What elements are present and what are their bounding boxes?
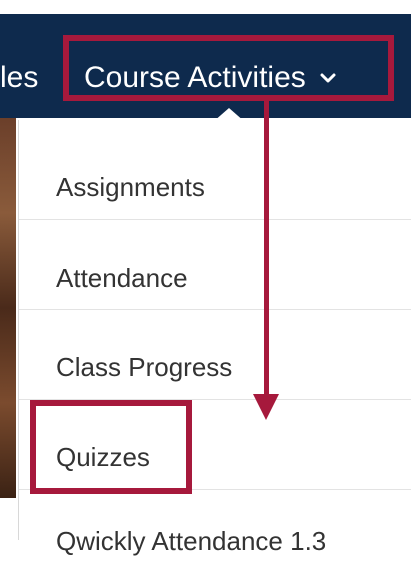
menu-item-qwickly-attendance[interactable]: Qwickly Attendance 1.3 <box>19 490 411 580</box>
quizzes-highlight-box <box>30 400 192 494</box>
annotation-arrow-line <box>264 100 269 400</box>
menu-item-assignments[interactable]: Assignments <box>19 130 411 220</box>
menu-item-attendance[interactable]: Attendance <box>19 220 411 310</box>
background-image-strip <box>0 118 16 498</box>
annotation-arrow-head <box>253 394 279 420</box>
menu-item-label: Class Progress <box>56 352 233 382</box>
menu-item-label: Assignments <box>56 172 205 202</box>
course-activities-highlight-box <box>63 35 394 101</box>
nav-item-partial[interactable]: les <box>0 60 38 96</box>
menu-item-label: Attendance <box>56 263 188 293</box>
menu-item-label: Qwickly Attendance 1.3 <box>56 526 327 556</box>
menu-item-class-progress[interactable]: Class Progress <box>19 310 411 400</box>
